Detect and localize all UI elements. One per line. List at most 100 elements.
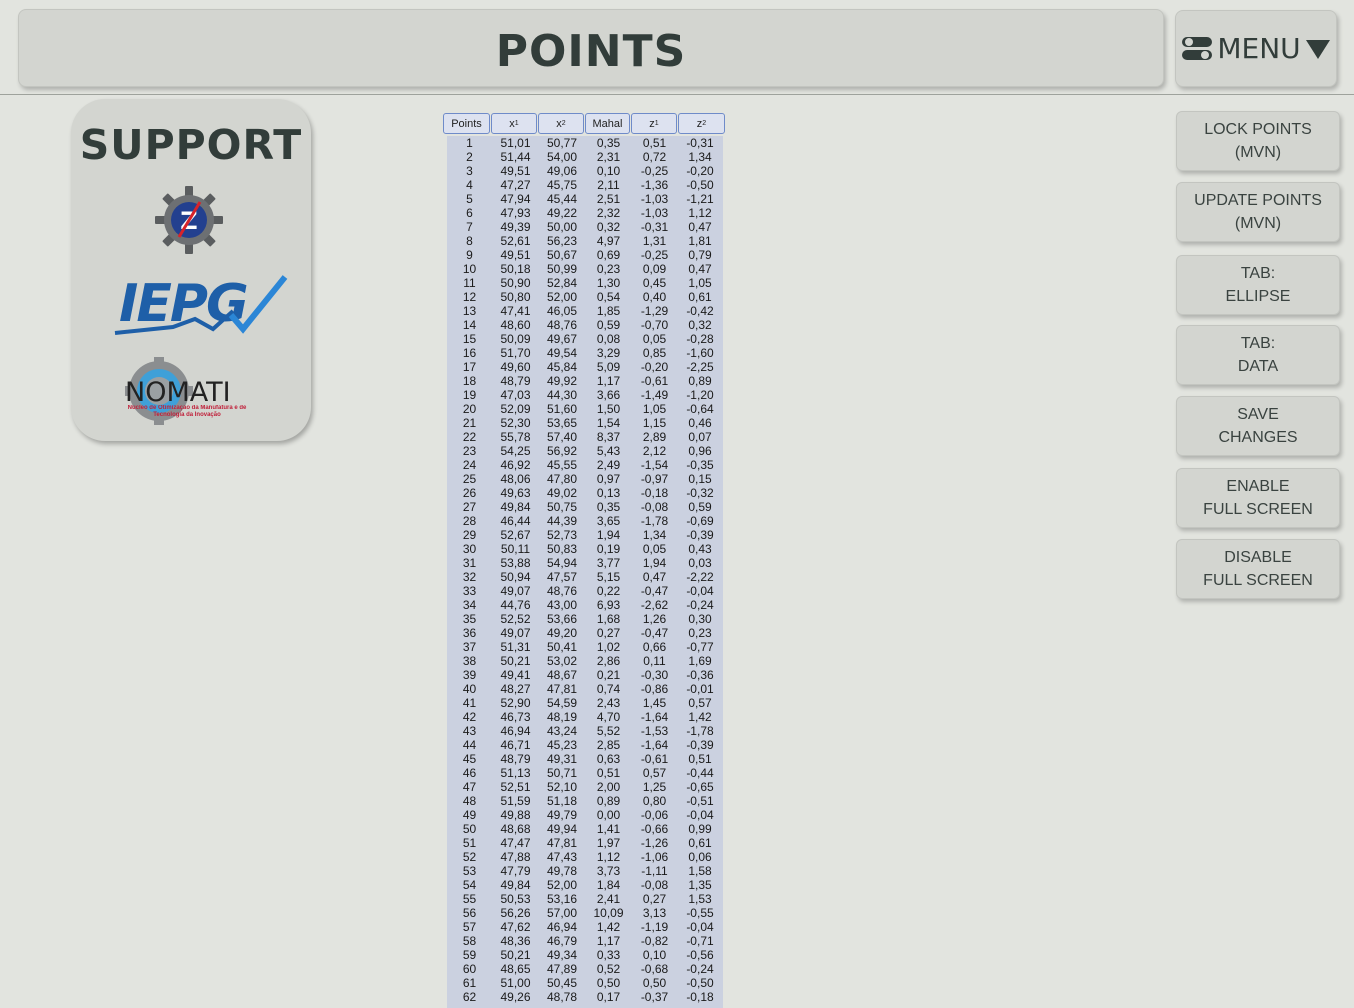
- mahal-cell: 0,69: [596, 248, 621, 262]
- x1-cell: 50,80: [500, 290, 531, 304]
- point-id-cell: 3: [466, 164, 473, 178]
- button-label-line1: UPDATE POINTS: [1194, 192, 1322, 209]
- mahal-cell: 0,74: [596, 682, 621, 696]
- x2-cell: 49,06: [546, 164, 578, 178]
- point-id-cell: 21: [462, 416, 477, 430]
- x1-cell: 51,70: [500, 346, 531, 360]
- x1-cell: 46,94: [500, 724, 531, 738]
- z1-cell: 0,10: [642, 948, 667, 962]
- z1-cell: -2,62: [640, 598, 669, 612]
- tab-data-button[interactable]: TAB: DATA: [1176, 325, 1340, 385]
- x2-cell: 50,75: [546, 500, 578, 514]
- z1-cell: 1,94: [642, 556, 667, 570]
- mahal-cell: 0,10: [596, 164, 621, 178]
- table-row: 40 48,27 47,81 0,74 -0,86 -0,01: [447, 682, 723, 696]
- header-z2-column[interactable]: z2: [678, 113, 725, 134]
- column-subscript: 2: [561, 120, 566, 127]
- mahal-cell: 0,97: [596, 472, 621, 486]
- iepg-logo: IEPG: [113, 269, 288, 344]
- tab-ellipse-button[interactable]: TAB: ELLIPSE: [1176, 255, 1340, 315]
- point-id-cell: 34: [462, 598, 477, 612]
- z1-cell: -0,61: [640, 374, 669, 388]
- point-id-cell: 15: [462, 332, 477, 346]
- z1-cell: -0,61: [640, 752, 669, 766]
- z1-cell: 0,05: [642, 332, 667, 346]
- point-id-cell: 32: [462, 570, 477, 584]
- header-points-column[interactable]: Points: [443, 113, 490, 134]
- z2-cell: -0,55: [686, 906, 714, 920]
- table-row: 10 50,18 50,99 0,23 0,09 0,47: [447, 262, 723, 276]
- x1-cell: 46,44: [500, 514, 531, 528]
- enable-fullscreen-button[interactable]: ENABLE FULL SCREEN: [1176, 468, 1340, 528]
- header-mahal-column[interactable]: Mahal: [585, 113, 630, 134]
- z1-cell: -0,08: [640, 878, 669, 892]
- menu-button[interactable]: MENU: [1175, 10, 1337, 87]
- point-id-cell: 41: [462, 696, 477, 710]
- table-row: 35 52,52 53,66 1,68 1,26 0,30: [447, 612, 723, 626]
- point-id-cell: 37: [462, 640, 477, 654]
- x1-cell: 47,93: [500, 206, 531, 220]
- x2-cell: 48,78: [546, 990, 578, 1004]
- table-row: 36 49,07 49,20 0,27 -0,47 0,23: [447, 626, 723, 640]
- x2-cell: 53,65: [546, 416, 578, 430]
- z2-cell: -0,04: [686, 584, 714, 598]
- z1-cell: 1,45: [642, 696, 667, 710]
- point-id-cell: 30: [462, 542, 477, 556]
- x1-cell: 51,13: [500, 766, 531, 780]
- point-id-cell: 40: [462, 682, 477, 696]
- z1-cell: -1,29: [640, 304, 669, 318]
- table-row: 27 49,84 50,75 0,35 -0,08 0,59: [447, 500, 723, 514]
- lock-points-button[interactable]: LOCK POINTS (MVN): [1176, 111, 1340, 171]
- mahal-cell: 4,97: [596, 234, 621, 248]
- table-row: 39 49,41 48,67 0,21 -0,30 -0,36: [447, 668, 723, 682]
- z2-cell: 0,15: [688, 472, 712, 486]
- x1-cell: 49,60: [500, 360, 531, 374]
- x2-cell: 49,78: [546, 864, 578, 878]
- z1-cell: -0,97: [640, 472, 669, 486]
- z2-cell: -0,04: [686, 920, 714, 934]
- table-row: 15 50,09 49,67 0,08 0,05 -0,28: [447, 332, 723, 346]
- point-id-cell: 48: [462, 794, 477, 808]
- mahal-cell: 3,73: [596, 864, 621, 878]
- table-row: 8 52,61 56,23 4,97 1,31 1,81: [447, 234, 723, 248]
- table-row: 37 51,31 50,41 1,02 0,66 -0,77: [447, 640, 723, 654]
- z2-cell: 0,57: [688, 696, 712, 710]
- z1-cell: -0,25: [640, 248, 669, 262]
- save-changes-button[interactable]: SAVE CHANGES: [1176, 396, 1340, 456]
- table-row: 14 48,60 48,76 0,59 -0,70 0,32: [447, 318, 723, 332]
- mahal-cell: 1,85: [596, 304, 621, 318]
- header-z1-column[interactable]: z1: [631, 113, 677, 134]
- button-label-line2: FULL SCREEN: [1203, 501, 1313, 518]
- disable-fullscreen-button[interactable]: DISABLE FULL SCREEN: [1176, 539, 1340, 599]
- table-row: 32 50,94 47,57 5,15 0,47 -2,22: [447, 570, 723, 584]
- z1-cell: 0,57: [642, 766, 667, 780]
- z2-cell: 1,12: [688, 206, 712, 220]
- x2-cell: 43,00: [546, 598, 578, 612]
- point-id-cell: 56: [462, 906, 477, 920]
- point-id-cell: 20: [462, 402, 477, 416]
- z1-cell: 0,66: [642, 640, 667, 654]
- update-points-button[interactable]: UPDATE POINTS (MVN): [1176, 182, 1340, 242]
- table-row: 19 47,03 44,30 3,66 -1,49 -1,20: [447, 388, 723, 402]
- x2-cell: 49,54: [546, 346, 578, 360]
- table-row: 52 47,88 47,43 1,12 -1,06 0,06: [447, 850, 723, 864]
- table-row: 58 48,36 46,79 1,17 -0,82 -0,71: [447, 934, 723, 948]
- z2-cell: 1,34: [688, 150, 712, 164]
- z1-cell: -0,06: [640, 808, 669, 822]
- x2-cell: 45,44: [546, 192, 578, 206]
- z2-cell: -0,71: [686, 934, 714, 948]
- mahal-cell: 0,89: [596, 794, 621, 808]
- z2-cell: -0,35: [686, 458, 714, 472]
- x1-cell: 53,88: [500, 556, 531, 570]
- gear-z-logo: Z: [154, 185, 224, 260]
- x2-cell: 45,23: [546, 738, 578, 752]
- header-x2-column[interactable]: x2: [538, 113, 584, 134]
- mahal-cell: 0,23: [596, 262, 621, 276]
- z2-cell: 0,61: [688, 836, 712, 850]
- z1-cell: -1,06: [640, 850, 669, 864]
- header-x1-column[interactable]: x1: [491, 113, 537, 134]
- x2-cell: 49,20: [546, 626, 578, 640]
- z1-cell: 0,40: [642, 290, 667, 304]
- table-row: 23 54,25 56,92 5,43 2,12 0,96: [447, 444, 723, 458]
- z1-cell: 1,34: [642, 528, 667, 542]
